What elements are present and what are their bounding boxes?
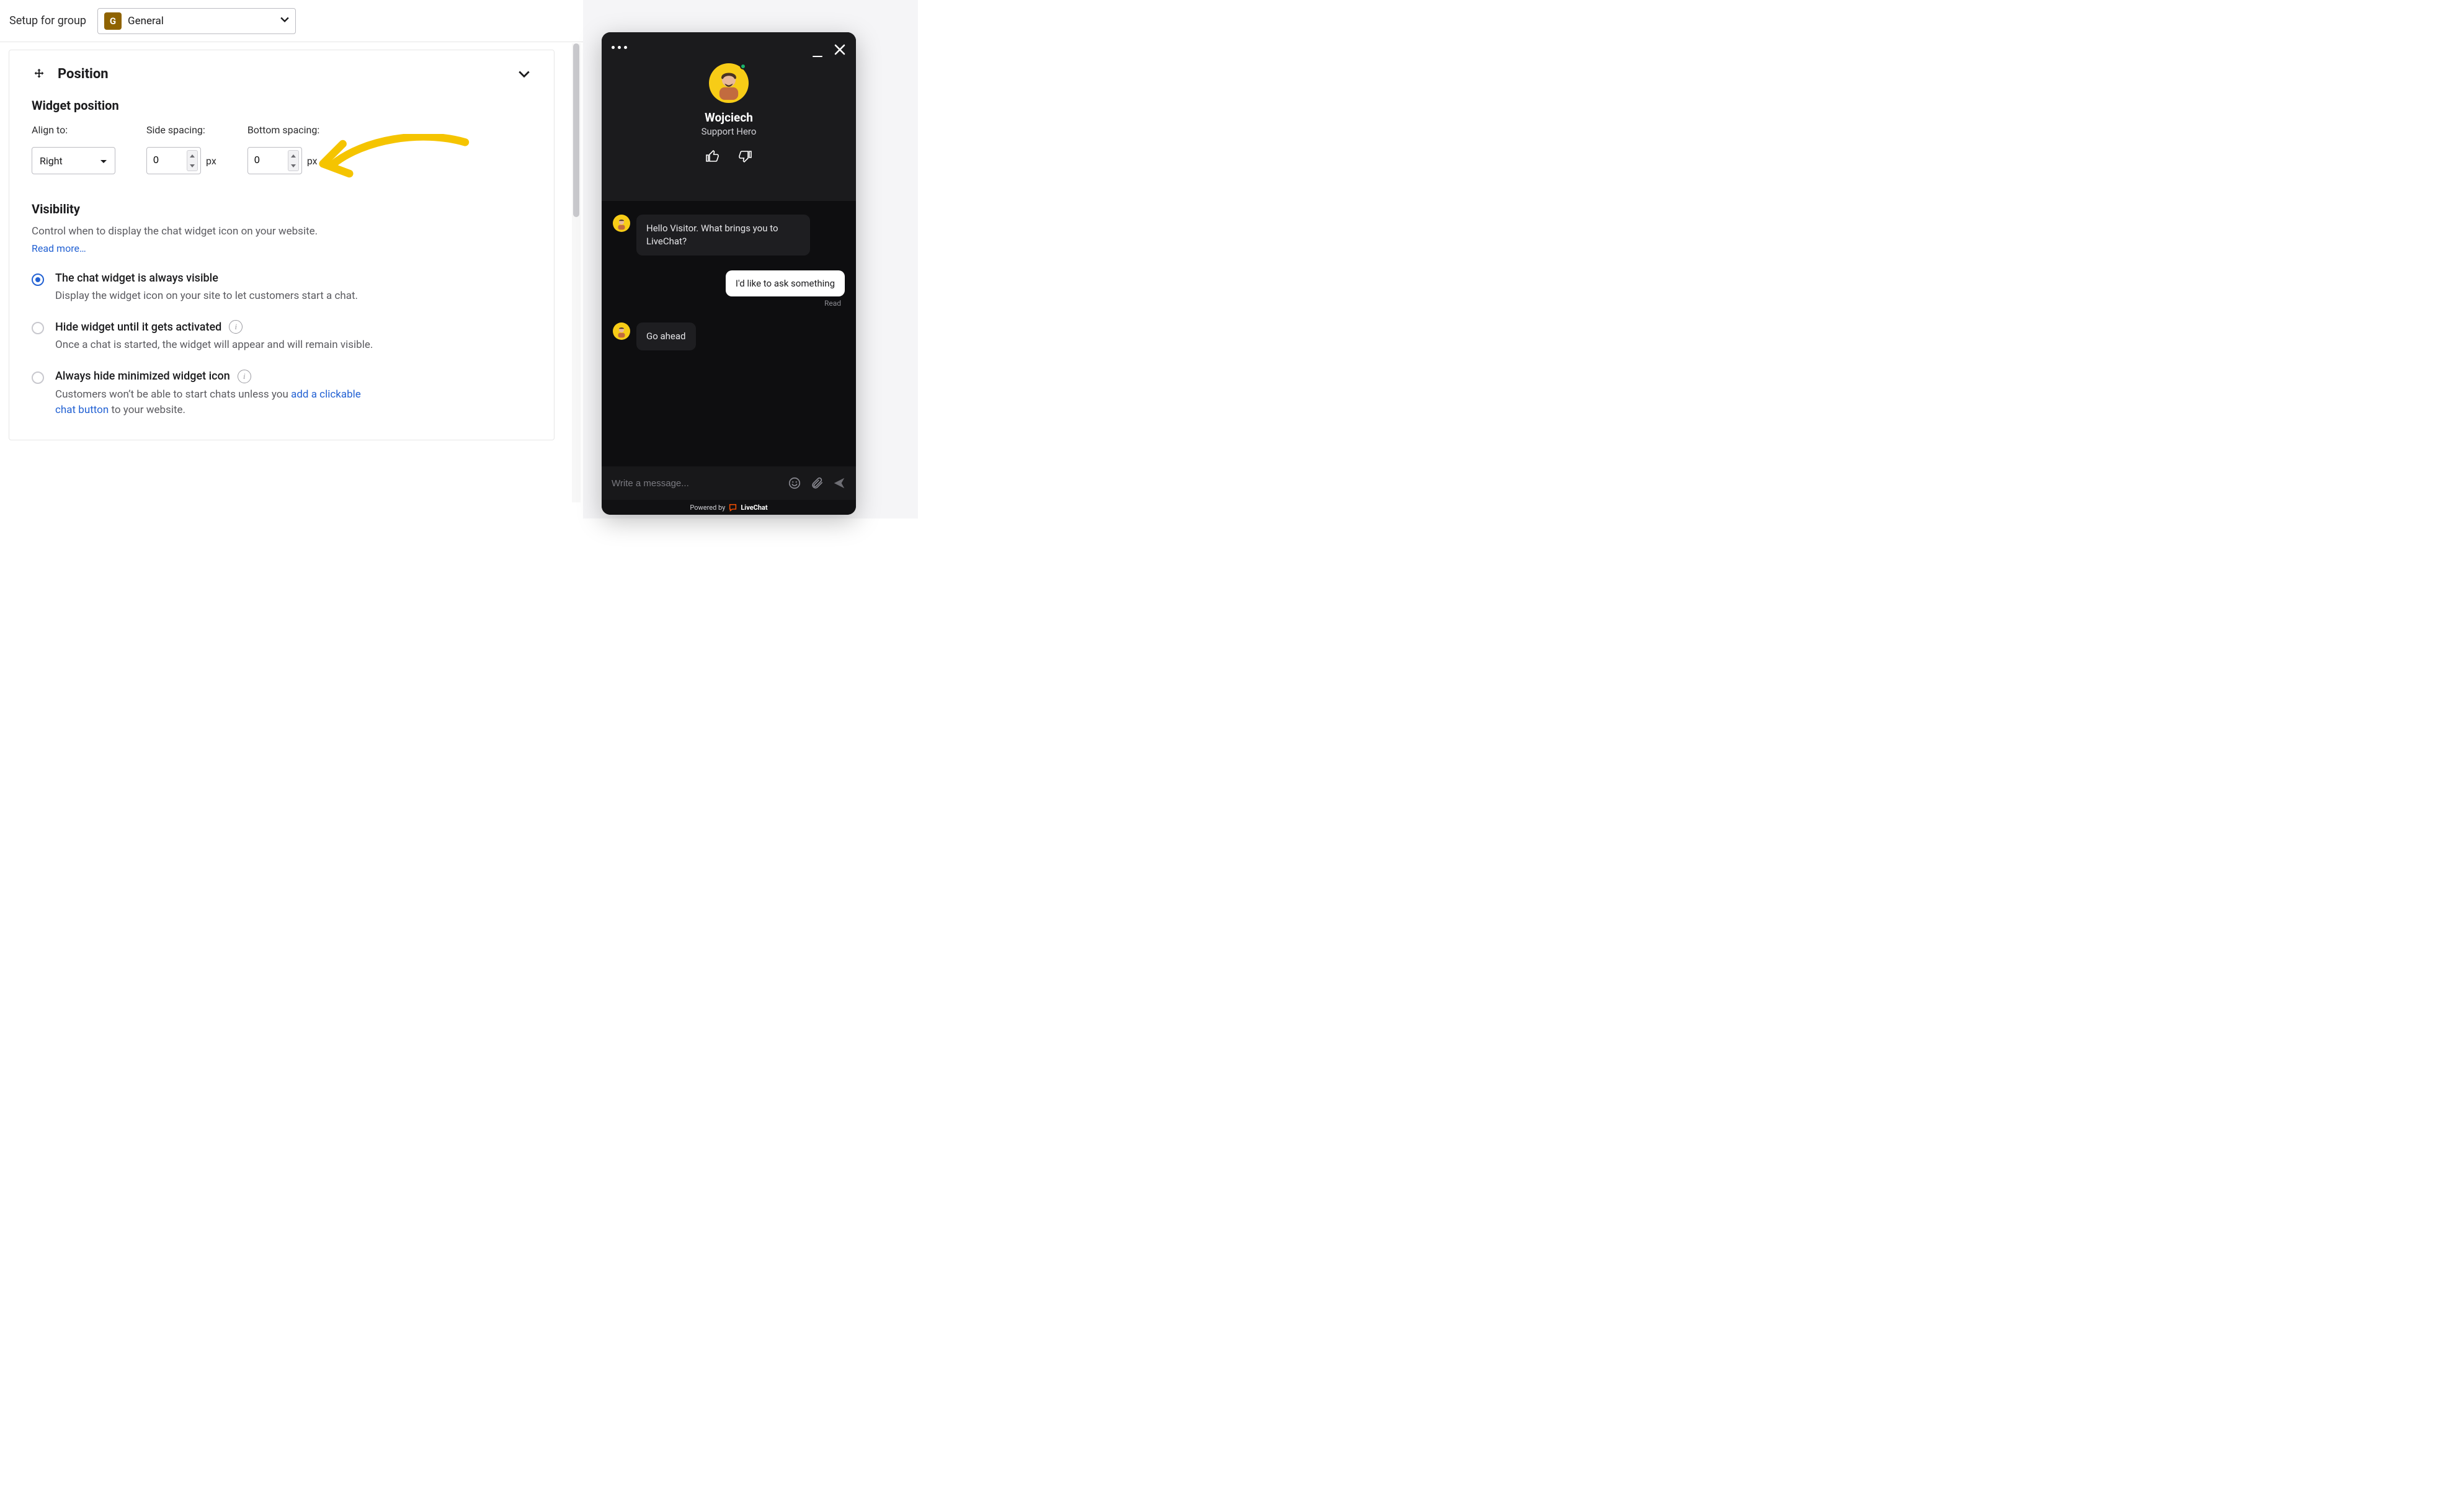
chat-message-input[interactable] (612, 478, 779, 489)
align-to-select[interactable]: Right (32, 147, 115, 174)
option-title: Hide widget until it gets activated (55, 321, 221, 334)
agent-avatar-small (613, 215, 630, 232)
option-desc-prefix: Customers won’t be able to start chats u… (55, 388, 291, 401)
stepper-up-icon[interactable] (187, 151, 197, 161)
message-bubble: Go ahead (636, 322, 696, 350)
bottom-spacing-label: Bottom spacing: (247, 124, 319, 136)
chat-minimize-button[interactable] (811, 45, 824, 57)
agent-message: Hello Visitor. What brings you to LiveCh… (613, 215, 845, 256)
attachment-button[interactable] (810, 476, 824, 490)
agent-role: Support Hero (702, 126, 757, 137)
visibility-options: The chat widget is always visible Displa… (32, 272, 532, 419)
scrollbar-thumb[interactable] (573, 43, 579, 217)
widget-position-heading: Widget position (32, 98, 532, 113)
chat-menu-button[interactable] (612, 46, 627, 49)
chat-input-bar (602, 466, 856, 500)
visibility-heading: Visibility (32, 202, 532, 216)
option-desc: Customers won’t be able to start chats u… (55, 387, 378, 419)
visitor-message: I'd like to ask something (613, 270, 845, 296)
side-spacing-input[interactable] (146, 147, 201, 174)
thumbs-down-button[interactable] (737, 148, 753, 164)
stepper-down-icon[interactable] (288, 161, 298, 171)
visibility-read-more-link[interactable]: Read more… (32, 242, 532, 254)
top-bar: Setup for group G General (0, 0, 583, 42)
bottom-spacing-field[interactable] (254, 155, 279, 166)
stepper-down-icon[interactable] (187, 161, 197, 171)
agent-avatar (709, 63, 749, 103)
send-button[interactable] (832, 476, 846, 490)
chat-header: Wojciech Support Hero (602, 32, 856, 201)
setup-for-group-label: Setup for group (9, 14, 86, 27)
message-bubble: Hello Visitor. What brings you to LiveCh… (636, 215, 810, 256)
bottom-spacing-unit: px (307, 155, 318, 167)
section-title: Position (58, 66, 109, 82)
radio-button[interactable] (32, 322, 44, 334)
message-status: Read (613, 299, 841, 308)
side-spacing-label: Side spacing: (146, 124, 216, 136)
bottom-spacing-stepper[interactable] (288, 150, 299, 171)
thumbs-up-button[interactable] (705, 148, 721, 164)
caret-down-icon (280, 15, 289, 27)
chat-widget-preview: Wojciech Support Hero Hello Visitor. Wha… (602, 32, 856, 515)
powered-by-bar[interactable]: Powered by LiveChat (602, 500, 856, 515)
info-icon[interactable]: i (229, 320, 243, 334)
agent-message: Go ahead (613, 322, 845, 350)
caret-down-icon (100, 155, 107, 167)
bottom-spacing-input[interactable] (247, 147, 302, 174)
position-controls: Align to: Right Side spacing: (32, 124, 532, 174)
side-spacing-unit: px (206, 155, 216, 167)
radio-button[interactable] (32, 371, 44, 384)
info-icon[interactable]: i (238, 370, 251, 383)
group-selector[interactable]: G General (97, 8, 296, 34)
scrollbar-track[interactable] (572, 43, 581, 502)
emoji-button[interactable] (788, 476, 801, 490)
option-desc-suffix: to your website. (109, 404, 185, 416)
side-spacing-field[interactable] (153, 155, 178, 166)
group-badge: G (104, 12, 122, 30)
align-to-label: Align to: (32, 124, 115, 136)
visibility-option-always[interactable]: The chat widget is always visible Displa… (32, 272, 532, 305)
option-desc: Once a chat is started, the widget will … (55, 337, 378, 354)
agent-avatar-small (613, 322, 630, 340)
collapse-button[interactable] (517, 67, 532, 82)
visibility-option-hide-until[interactable]: Hide widget until it gets activated i On… (32, 320, 532, 354)
side-spacing-stepper[interactable] (187, 150, 198, 171)
position-panel: Position Widget position Align to: Right… (9, 50, 555, 440)
stepper-up-icon[interactable] (288, 151, 298, 161)
chat-close-button[interactable] (832, 42, 847, 57)
align-to-value: Right (40, 155, 63, 167)
presence-indicator (740, 63, 746, 69)
option-title: The chat widget is always visible (55, 272, 218, 285)
move-icon (32, 67, 47, 82)
option-desc: Display the widget icon on your site to … (55, 288, 378, 305)
visibility-option-always-hide[interactable]: Always hide minimized widget icon i Cust… (32, 370, 532, 419)
powered-by-brand: LiveChat (741, 504, 767, 512)
agent-name: Wojciech (705, 110, 753, 125)
livechat-logo-icon (729, 504, 737, 512)
message-bubble: I'd like to ask something (726, 270, 845, 296)
powered-by-prefix: Powered by (690, 504, 725, 512)
radio-button[interactable] (32, 273, 44, 286)
visibility-description: Control when to display the chat widget … (32, 224, 532, 240)
option-title: Always hide minimized widget icon (55, 370, 230, 383)
chat-messages: Hello Visitor. What brings you to LiveCh… (602, 201, 856, 466)
group-name: General (128, 15, 280, 27)
section-header: Position (32, 66, 532, 82)
